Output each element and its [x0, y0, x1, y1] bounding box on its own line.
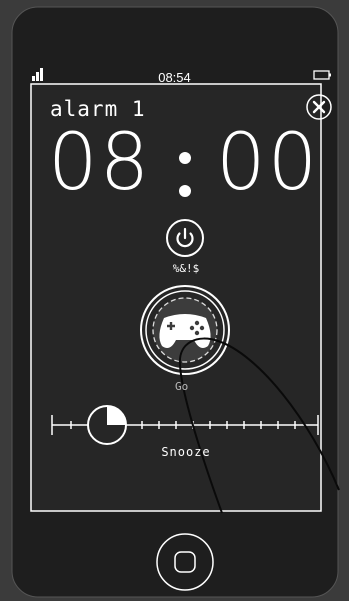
go-game-button[interactable]	[141, 286, 229, 374]
alarm-hours: 08	[48, 118, 152, 208]
alarm-minutes: 00	[216, 118, 320, 208]
close-button[interactable]	[306, 94, 332, 120]
status-time: 08:54	[158, 70, 191, 85]
power-button[interactable]	[166, 219, 204, 257]
clock-separator-dots	[179, 152, 191, 197]
power-caption: %&!$	[172, 262, 200, 275]
app-root: 08:54 alarm 1 08 00 %&!$ Go Snooze	[0, 0, 349, 601]
home-button[interactable]	[157, 534, 213, 590]
snooze-label: Snooze	[161, 445, 211, 459]
go-label: Go	[175, 380, 189, 393]
snooze-slider[interactable]	[52, 415, 318, 435]
